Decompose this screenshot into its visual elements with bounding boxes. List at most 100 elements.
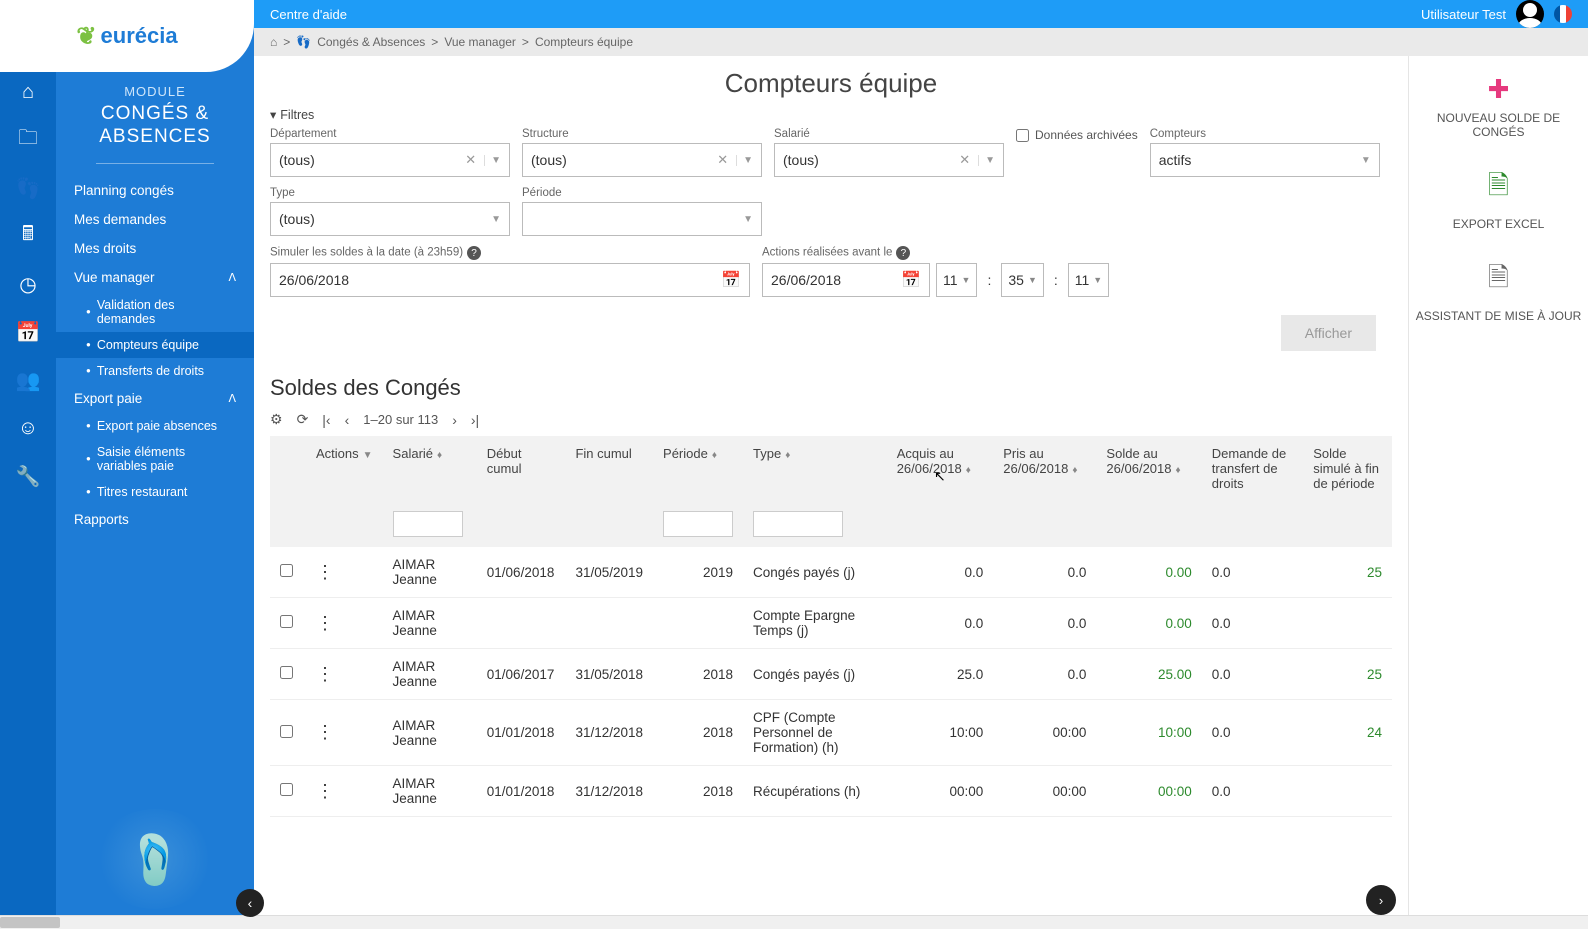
refresh-icon[interactable]: ⟳ — [297, 411, 309, 428]
chevron-down-icon[interactable]: ▼ — [484, 155, 501, 166]
breadcrumb-home-icon[interactable]: ⌂ — [270, 35, 277, 49]
row-menu-icon[interactable]: ⋮ — [316, 781, 334, 801]
help-link[interactable]: Centre d'aide — [270, 7, 347, 22]
page-first-icon[interactable]: |‹ — [322, 412, 330, 428]
nav-transferts-droits[interactable]: ●Transferts de droits — [56, 358, 254, 384]
pager-info: 1–20 sur 113 — [363, 412, 438, 427]
nav-planning[interactable]: Planning congés — [56, 176, 254, 205]
gear-icon[interactable]: ⚙ — [270, 411, 283, 428]
col-salarie[interactable]: Salarié♦ — [383, 436, 477, 501]
combo-structure[interactable]: (tous)✕▼ — [522, 143, 762, 177]
page-prev-icon[interactable]: ‹ — [345, 412, 350, 428]
filter-salarie-input[interactable] — [393, 511, 463, 537]
date-simuler[interactable]: 26/06/2018📅 — [270, 263, 750, 297]
combo-periode[interactable]: ▼ — [522, 202, 762, 236]
col-actions[interactable]: Actions▼ — [306, 436, 383, 501]
avatar-icon[interactable] — [1516, 0, 1544, 28]
wrench-icon[interactable]: 🔧 — [8, 456, 48, 496]
calendar-icon[interactable]: 📅 — [721, 270, 741, 290]
row-menu-icon[interactable]: ⋮ — [316, 722, 334, 742]
smile-icon[interactable]: ☺ — [8, 408, 48, 448]
breadcrumb-view[interactable]: Vue manager — [444, 35, 516, 49]
date-actions-avant[interactable]: 26/06/2018📅 — [762, 263, 930, 297]
nav-validation-demandes[interactable]: ●Validation des demandes — [56, 292, 254, 332]
chevron-down-icon[interactable]: ▼ — [978, 155, 995, 166]
select-minute[interactable]: 35▼ — [1001, 263, 1044, 297]
page-next-icon[interactable]: › — [452, 412, 457, 428]
combo-type[interactable]: (tous)▼ — [270, 202, 510, 236]
nav-export-paie[interactable]: Export paieᐱ — [56, 384, 254, 413]
col-transfert[interactable]: Demande de transfert de droits — [1202, 436, 1303, 501]
breadcrumb: ⌂ > 👣 Congés & Absences > Vue manager > … — [254, 28, 1588, 56]
col-pris[interactable]: Pris au 26/06/2018♦ — [993, 436, 1096, 501]
filter-type-input[interactable] — [753, 511, 843, 537]
nav-compteurs-equipe[interactable]: ●Compteurs équipe — [56, 332, 254, 358]
calendar-icon[interactable]: 📅 — [901, 270, 921, 290]
calendar-icon[interactable]: 📅 — [8, 312, 48, 352]
chevron-down-icon[interactable]: ▼ — [1355, 155, 1371, 166]
select-hour[interactable]: 11▼ — [936, 263, 977, 297]
chevron-down-icon[interactable]: ▼ — [485, 214, 501, 225]
action-assistant[interactable]: 🗎 ASSISTANT DE MISE À JOUR — [1416, 259, 1582, 323]
nav-export-absences[interactable]: ●Export paie absences — [56, 413, 254, 439]
table-row: ⋮AIMAR JeanneCompte Epargne Temps (j)0.0… — [270, 598, 1392, 649]
folder-icon[interactable]: 🗀 — [8, 120, 48, 160]
page-last-icon[interactable]: ›| — [471, 412, 479, 428]
col-debut[interactable]: Début cumul — [477, 436, 566, 501]
afficher-button[interactable]: Afficher — [1281, 315, 1376, 351]
row-checkbox[interactable] — [280, 783, 293, 796]
select-second[interactable]: 11▼ — [1068, 263, 1109, 297]
row-checkbox[interactable] — [280, 725, 293, 738]
label-actions-avant: Actions réalisées avant le? — [762, 246, 1109, 260]
flag-fr-icon[interactable] — [1554, 5, 1572, 23]
row-menu-icon[interactable]: ⋮ — [316, 562, 334, 582]
user-area[interactable]: Utilisateur Test — [1421, 0, 1572, 28]
home-icon[interactable]: ⌂ — [8, 72, 48, 112]
combo-departement[interactable]: (tous)✕▼ — [270, 143, 510, 177]
row-checkbox[interactable] — [280, 564, 293, 577]
col-fin[interactable]: Fin cumul — [565, 436, 653, 501]
breadcrumb-module[interactable]: Congés & Absences — [317, 35, 425, 49]
action-export-excel[interactable]: 🗎 EXPORT EXCEL — [1453, 167, 1545, 231]
clear-icon[interactable]: ✕ — [955, 152, 974, 168]
chevron-down-icon[interactable]: ▼ — [736, 155, 753, 166]
help-icon[interactable]: ? — [896, 246, 910, 260]
help-icon[interactable]: ? — [467, 246, 481, 260]
cell-type: CPF (Compte Personnel de Formation) (h) — [743, 700, 887, 766]
row-checkbox[interactable] — [280, 615, 293, 628]
nav-saisie-elements[interactable]: ●Saisie éléments variables paie — [56, 439, 254, 479]
col-type[interactable]: Type♦ — [743, 436, 887, 501]
row-menu-icon[interactable]: ⋮ — [316, 664, 334, 684]
row-checkbox[interactable] — [280, 666, 293, 679]
clear-icon[interactable]: ✕ — [713, 152, 732, 168]
cell-solde: 0.00 — [1096, 598, 1201, 649]
nav-rapports[interactable]: Rapports — [56, 505, 254, 534]
calculator-icon[interactable]: 🖩 — [8, 216, 48, 256]
col-simule[interactable]: Solde simulé à fin de période — [1303, 436, 1392, 501]
clear-icon[interactable]: ✕ — [461, 152, 480, 168]
row-menu-icon[interactable]: ⋮ — [316, 613, 334, 633]
action-nouveau-solde[interactable]: ✚ NOUVEAU SOLDE DE CONGÉS — [1415, 74, 1582, 139]
cell-solde: 25.00 — [1096, 649, 1201, 700]
nav-demandes[interactable]: Mes demandes — [56, 205, 254, 234]
logo[interactable]: ❦eurécia — [0, 0, 254, 72]
sidebar-illustration: 🩴 — [56, 789, 254, 929]
flipflop-icon[interactable]: 👣 — [8, 168, 48, 208]
chevron-down-icon[interactable]: ▼ — [737, 214, 753, 225]
col-solde[interactable]: Solde au 26/06/2018♦ — [1096, 436, 1201, 501]
scroll-right-button[interactable]: › — [1366, 885, 1396, 915]
col-periode[interactable]: Période♦ — [653, 436, 743, 501]
filter-periode-input[interactable] — [663, 511, 733, 537]
clock-icon[interactable]: ◷ — [8, 264, 48, 304]
people-icon[interactable]: 👥 — [8, 360, 48, 400]
nav-droits[interactable]: Mes droits — [56, 234, 254, 263]
cell-solde: 0.00 — [1096, 547, 1201, 598]
combo-salarie[interactable]: (tous)✕▼ — [774, 143, 1004, 177]
combo-compteurs[interactable]: actifs▼ — [1150, 143, 1380, 177]
horizontal-scrollbar[interactable] — [0, 915, 1588, 929]
filters-toggle[interactable]: ▾Filtres — [270, 107, 1392, 122]
checkbox-archived[interactable]: Données archivées — [1016, 128, 1138, 142]
nav-vue-manager[interactable]: Vue managerᐱ — [56, 263, 254, 292]
collapse-sidebar-button[interactable]: ‹ — [236, 889, 264, 917]
nav-titres-restaurant[interactable]: ●Titres restaurant — [56, 479, 254, 505]
